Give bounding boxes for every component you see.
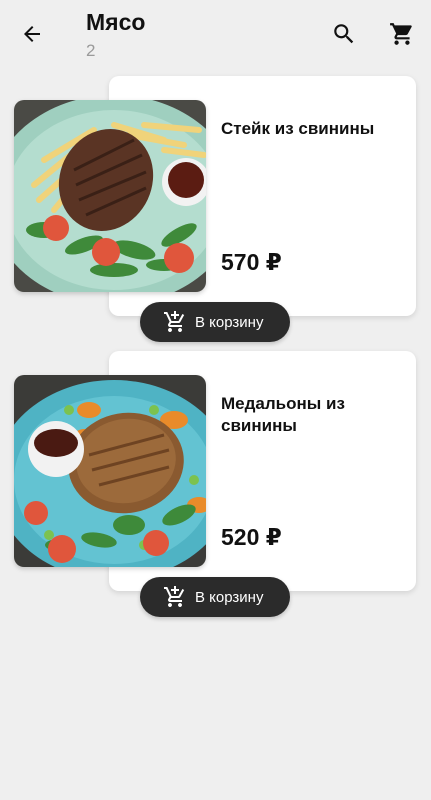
search-icon <box>334 24 354 44</box>
product-image[interactable] <box>14 375 206 567</box>
top-app-bar: Мясо 2 <box>0 0 431 70</box>
product-name: Стейк из свинины <box>221 119 375 138</box>
add-to-cart-button[interactable]: В корзину <box>140 302 290 342</box>
pork-medallions-photo <box>14 375 206 567</box>
arrow-back-icon <box>24 26 40 42</box>
pork-steak-photo <box>14 100 206 292</box>
cart-icon <box>390 23 412 45</box>
product-card[interactable]: Медальоны из свинины 520 ₽ В корзину <box>0 351 431 621</box>
search-button[interactable] <box>326 16 362 52</box>
add-shopping-cart-icon <box>162 309 188 335</box>
cart-button[interactable] <box>384 16 420 52</box>
page-title: Мясо <box>86 9 146 35</box>
product-image[interactable] <box>14 100 206 292</box>
page-subtitle-count: 2 <box>86 41 96 60</box>
add-to-cart-button[interactable]: В корзину <box>140 577 290 617</box>
product-name: Медальоны из свинины <box>221 394 345 435</box>
add-to-cart-label: В корзину <box>195 588 264 606</box>
product-card[interactable]: Стейк из свинины 570 ₽ В корзину <box>0 76 431 346</box>
add-shopping-cart-icon <box>162 584 188 610</box>
add-to-cart-label: В корзину <box>195 313 264 331</box>
product-price: 570 ₽ <box>221 249 282 275</box>
product-price: 520 ₽ <box>221 524 282 550</box>
back-button[interactable] <box>14 16 50 52</box>
app-screen: Мясо 2 Стейк из свинины 570 ₽ В корзину … <box>0 0 431 800</box>
